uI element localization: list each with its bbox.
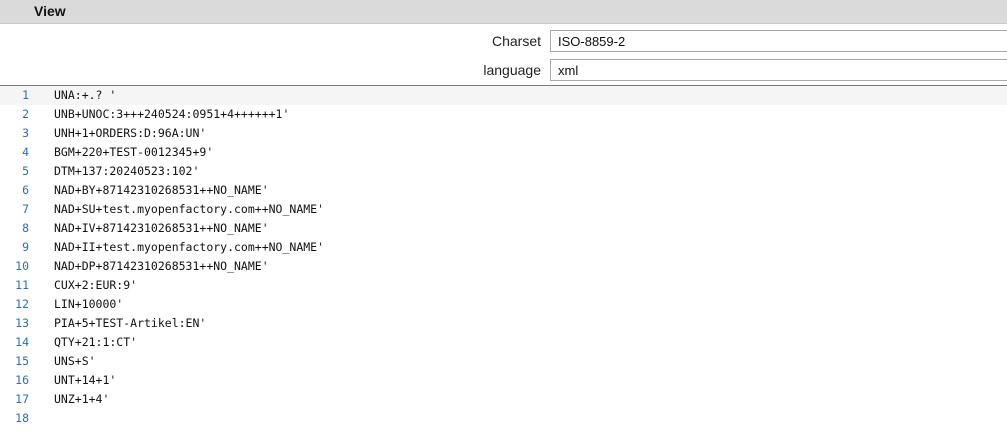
line-text[interactable]: UNH+1+ORDERS:D:96A:UN' bbox=[54, 126, 206, 140]
line-text[interactable]: CUX+2:EUR:9' bbox=[54, 278, 137, 292]
code-line[interactable]: 13 PIA+5+TEST-Artikel:EN' bbox=[0, 314, 1007, 333]
code-line[interactable]: 16 UNT+14+1' bbox=[0, 371, 1007, 390]
view-header-bar: View bbox=[0, 0, 1007, 24]
code-line[interactable]: 17 UNZ+1+4' bbox=[0, 390, 1007, 409]
line-text[interactable]: UNA:+.? ' bbox=[54, 88, 116, 102]
code-line[interactable]: 1 UNA:+.? ' bbox=[0, 86, 1007, 105]
line-number: 13 bbox=[15, 316, 29, 330]
line-number: 16 bbox=[15, 373, 29, 387]
line-number: 6 bbox=[22, 183, 29, 197]
language-field[interactable]: xml bbox=[550, 59, 1007, 81]
line-text[interactable]: BGM+220+TEST-0012345+9' bbox=[54, 145, 213, 159]
line-number: 11 bbox=[15, 278, 29, 292]
line-number: 7 bbox=[22, 202, 29, 216]
code-line[interactable]: 6 NAD+BY+87142310268531++NO_NAME' bbox=[0, 181, 1007, 200]
charset-label: Charset bbox=[491, 33, 541, 49]
view-title: View bbox=[34, 3, 66, 19]
code-line[interactable]: 11 CUX+2:EUR:9' bbox=[0, 276, 1007, 295]
line-text[interactable]: DTM+137:20240523:102' bbox=[54, 164, 199, 178]
line-text[interactable]: UNT+14+1' bbox=[54, 373, 116, 387]
code-line[interactable]: 12 LIN+10000' bbox=[0, 295, 1007, 314]
code-line[interactable]: 10 NAD+DP+87142310268531++NO_NAME' bbox=[0, 257, 1007, 276]
line-text[interactable]: NAD+SU+test.myopenfactory.com++NO_NAME' bbox=[54, 202, 324, 216]
line-number: 2 bbox=[22, 107, 29, 121]
line-text[interactable]: NAD+II+test.myopenfactory.com++NO_NAME' bbox=[54, 240, 324, 254]
line-number: 14 bbox=[15, 335, 29, 349]
code-line[interactable]: 3 UNH+1+ORDERS:D:96A:UN' bbox=[0, 124, 1007, 143]
line-number: 4 bbox=[22, 145, 29, 159]
code-line[interactable]: 14 QTY+21:1:CT' bbox=[0, 333, 1007, 352]
line-text[interactable]: UNB+UNOC:3+++240524:0951+4++++++1' bbox=[54, 107, 289, 121]
code-line[interactable]: 15 UNS+S' bbox=[0, 352, 1007, 371]
code-editor[interactable]: 1 UNA:+.? ' 2 UNB+UNOC:3+++240524:0951+4+++… bbox=[0, 85, 1007, 443]
language-label: language bbox=[483, 62, 541, 78]
line-number: 15 bbox=[15, 354, 29, 368]
code-line[interactable]: 18 bbox=[0, 409, 1007, 428]
code-line[interactable]: 7 NAD+SU+test.myopenfactory.com++NO_NAME' bbox=[0, 200, 1007, 219]
line-text[interactable]: NAD+IV+87142310268531++NO_NAME' bbox=[54, 221, 269, 235]
line-text[interactable]: UNZ+1+4' bbox=[54, 392, 109, 406]
line-text[interactable]: QTY+21:1:CT' bbox=[54, 335, 137, 349]
line-number: 10 bbox=[15, 259, 29, 273]
line-text[interactable]: PIA+5+TEST-Artikel:EN' bbox=[54, 316, 206, 330]
line-number: 17 bbox=[15, 392, 29, 406]
language-row: language xml bbox=[0, 59, 1007, 83]
line-number: 1 bbox=[22, 88, 29, 102]
charset-row: Charset ISO-8859-2 bbox=[0, 30, 1007, 54]
line-number: 3 bbox=[22, 126, 29, 140]
code-line[interactable]: 9 NAD+II+test.myopenfactory.com++NO_NAME' bbox=[0, 238, 1007, 257]
code-line[interactable]: 5 DTM+137:20240523:102' bbox=[0, 162, 1007, 181]
line-text[interactable]: NAD+BY+87142310268531++NO_NAME' bbox=[54, 183, 269, 197]
line-text[interactable]: UNS+S' bbox=[54, 354, 96, 368]
line-text[interactable]: NAD+DP+87142310268531++NO_NAME' bbox=[54, 259, 269, 273]
line-text[interactable]: LIN+10000' bbox=[54, 297, 123, 311]
line-number: 8 bbox=[22, 221, 29, 235]
line-number: 5 bbox=[22, 164, 29, 178]
code-line[interactable]: 8 NAD+IV+87142310268531++NO_NAME' bbox=[0, 219, 1007, 238]
code-line[interactable]: 2 UNB+UNOC:3+++240524:0951+4++++++1' bbox=[0, 105, 1007, 124]
code-line[interactable]: 4 BGM+220+TEST-0012345+9' bbox=[0, 143, 1007, 162]
line-number: 9 bbox=[22, 240, 29, 254]
charset-field[interactable]: ISO-8859-2 bbox=[550, 30, 1007, 52]
line-number: 12 bbox=[15, 297, 29, 311]
line-number: 18 bbox=[15, 411, 29, 425]
